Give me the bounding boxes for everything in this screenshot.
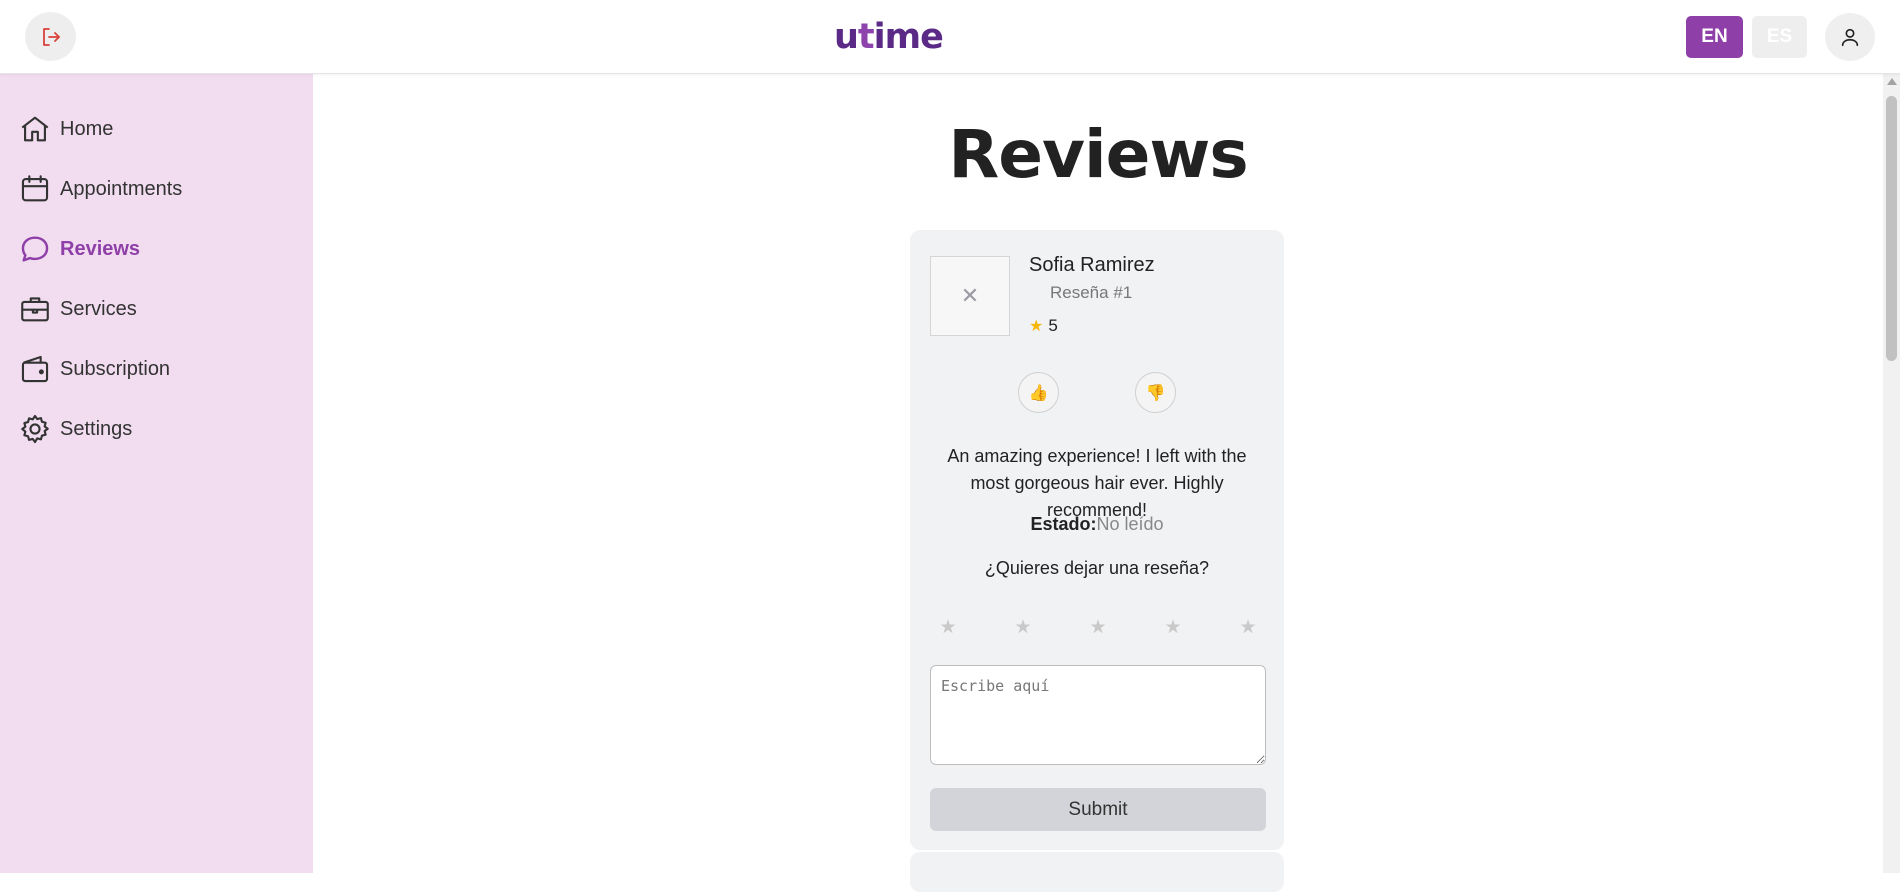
sidebar-item-services[interactable]: Services bbox=[18, 289, 137, 329]
sidebar-item-appointments[interactable]: Appointments bbox=[18, 169, 182, 209]
leave-review-prompt: ¿Quieres dejar una reseña? bbox=[984, 558, 1210, 578]
status-value: No leído bbox=[1096, 514, 1164, 534]
rating-star-1[interactable]: ★ bbox=[930, 616, 966, 639]
home-icon bbox=[21, 116, 49, 142]
user-icon bbox=[1841, 28, 1859, 47]
scrollbar[interactable] bbox=[1883, 74, 1900, 873]
rating-star-5[interactable]: ★ bbox=[1230, 616, 1266, 639]
dislike-button[interactable]: 👎 bbox=[1135, 372, 1176, 413]
utime-logo: utime bbox=[834, 17, 944, 57]
rating-star-2[interactable]: ★ bbox=[1005, 616, 1041, 639]
sidebar-item-label: Subscription bbox=[60, 357, 171, 380]
sidebar-item-label: Services bbox=[60, 297, 137, 320]
sidebar-item-home[interactable]: Home bbox=[18, 109, 113, 149]
reviewer-name: Sofia Ramirez bbox=[1029, 254, 1155, 276]
sidebar-item-settings[interactable]: Settings bbox=[18, 409, 132, 449]
rating-star-4[interactable]: ★ bbox=[1155, 616, 1191, 639]
review-text: An amazing experience! I left with the m… bbox=[947, 446, 1247, 520]
like-button[interactable]: 👍 bbox=[1018, 372, 1059, 413]
page-title: Reviews bbox=[948, 116, 1248, 193]
star-icon: ★ bbox=[1029, 318, 1044, 335]
scrollbar-thumb[interactable] bbox=[1886, 96, 1897, 361]
sidebar-item-label: Appointments bbox=[60, 177, 183, 200]
sidebar-item-label: Settings bbox=[60, 417, 133, 440]
briefcase-icon bbox=[21, 297, 49, 322]
sidebar-item-subscription[interactable]: Subscription bbox=[18, 349, 170, 389]
review-rating: ★ 5 bbox=[1029, 316, 1058, 336]
logout-icon bbox=[42, 27, 60, 46]
review-number: Reseña #1 bbox=[1050, 283, 1133, 302]
submit-button[interactable]: Submit bbox=[930, 788, 1266, 831]
logout-button[interactable] bbox=[25, 12, 76, 61]
wallet-icon bbox=[21, 355, 49, 383]
language-es-button[interactable]: ES bbox=[1752, 16, 1807, 58]
review-textarea[interactable] bbox=[930, 665, 1266, 765]
review-status: Estado:No leído bbox=[910, 514, 1284, 535]
top-bar: utime EN ES bbox=[0, 0, 1900, 74]
broken-image-icon: ✕ bbox=[960, 283, 980, 308]
next-review-card bbox=[910, 852, 1284, 892]
language-en-button[interactable]: EN bbox=[1686, 16, 1743, 58]
calendar-icon bbox=[21, 175, 49, 202]
avatar: ✕ bbox=[930, 256, 1010, 336]
sidebar-item-label: Reviews bbox=[60, 237, 141, 260]
gear-icon bbox=[21, 414, 49, 444]
chat-bubble-icon bbox=[21, 236, 49, 262]
rating-value: 5 bbox=[1048, 316, 1058, 335]
sidebar: Home Appointments Reviews Services Subsc… bbox=[0, 74, 313, 873]
thumbs-down-icon: 👎 bbox=[1145, 384, 1166, 402]
thumbs-up-icon: 👍 bbox=[1028, 384, 1049, 402]
user-profile-button[interactable] bbox=[1825, 13, 1875, 61]
scroll-up-arrow-icon[interactable] bbox=[1887, 78, 1897, 85]
status-label: Estado: bbox=[1030, 514, 1097, 534]
sidebar-item-label: Home bbox=[60, 117, 114, 140]
review-card: ✕ Sofia Ramirez Reseña #1 ★ 5 👍 👎 An ama… bbox=[910, 230, 1284, 850]
rating-star-3[interactable]: ★ bbox=[1080, 616, 1116, 639]
star-rating-input: ★ ★ ★ ★ ★ bbox=[930, 616, 1266, 639]
sidebar-item-reviews[interactable]: Reviews bbox=[18, 229, 140, 269]
